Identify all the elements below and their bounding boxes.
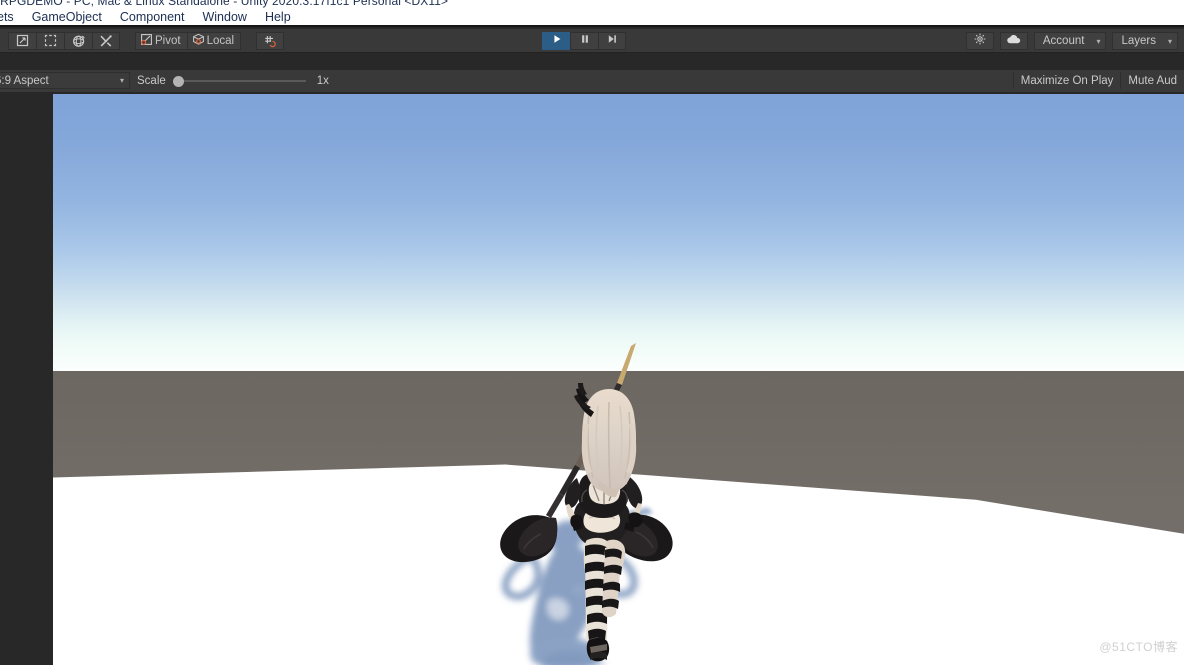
- handle-mode-group: Pivot Local: [135, 31, 242, 50]
- pause-icon: [579, 32, 591, 50]
- striped-boots-back: [602, 547, 622, 618]
- local-toggle-button[interactable]: Local: [186, 31, 242, 50]
- custom-editor-tool-button[interactable]: [92, 31, 120, 50]
- play-button[interactable]: [542, 32, 570, 50]
- chevron-down-icon: ▾: [1167, 36, 1172, 46]
- rotate-icon: [72, 34, 86, 48]
- scale-label: Scale: [137, 74, 166, 87]
- transform-tools-group: [8, 31, 120, 50]
- collab-button[interactable]: [965, 32, 994, 51]
- scale-slider-track: [178, 80, 306, 82]
- toolbar-right-group: Account ▾ Layers ▾: [965, 32, 1178, 51]
- main-toolbar: Pivot Local Account ▾ Layers ▾: [0, 29, 1184, 53]
- layers-dropdown[interactable]: Layers ▾: [1112, 32, 1178, 50]
- game-toolbar-right-group: Maximize On Play Mute Aud: [1012, 72, 1184, 89]
- maximize-on-play-toggle[interactable]: Maximize On Play: [1012, 72, 1121, 89]
- scene-content: [500, 343, 673, 665]
- collab-icon: [973, 32, 987, 51]
- window-title: ARPGDEMO - PC, Mac & Linux Standalone - …: [0, 0, 449, 8]
- game-view-panel[interactable]: @51CTO博客: [0, 92, 1184, 665]
- pivot-label: Pivot: [155, 34, 181, 47]
- game-viewport[interactable]: @51CTO博客: [53, 94, 1184, 665]
- scale-slider[interactable]: [172, 73, 306, 88]
- play-controls-group: [542, 32, 626, 50]
- rect-transform-tool-button[interactable]: [8, 31, 36, 50]
- grid-snap-icon: [263, 34, 277, 48]
- pause-button[interactable]: [570, 32, 598, 50]
- account-dropdown[interactable]: Account ▾: [1033, 32, 1107, 50]
- menu-gameobject[interactable]: GameObject: [23, 9, 111, 25]
- chevron-down-icon: ▾: [1096, 36, 1101, 46]
- wrench-screwdriver-icon: [99, 34, 113, 48]
- menu-assets[interactable]: ets: [0, 9, 23, 25]
- menu-window[interactable]: Window: [193, 9, 255, 25]
- grid-snap-group: [256, 31, 285, 50]
- window-title-bar: ARPGDEMO - PC, Mac & Linux Standalone - …: [0, 0, 1184, 9]
- menu-component[interactable]: Component: [111, 9, 194, 25]
- cloud-button[interactable]: [999, 32, 1028, 50]
- account-label: Account: [1042, 35, 1085, 47]
- mute-audio-toggle[interactable]: Mute Aud: [1120, 72, 1184, 89]
- rect-icon: [44, 34, 57, 47]
- cube-icon: [192, 33, 205, 49]
- play-icon: [551, 32, 563, 50]
- rotate-tool-button[interactable]: [64, 31, 92, 50]
- layers-label: Layers: [1121, 35, 1156, 47]
- game-view-toolbar: 6:9 Aspect ▾ Scale 1x Maximize On Play M…: [0, 70, 1184, 92]
- scale-value: 1x: [316, 74, 329, 87]
- pivot-icon: [140, 33, 153, 49]
- aspect-ratio-label: 6:9 Aspect: [0, 74, 49, 87]
- pivot-toggle-button[interactable]: Pivot: [135, 31, 187, 50]
- cloud-icon: [1006, 32, 1022, 50]
- local-label: Local: [206, 34, 235, 47]
- anime-female-character: [500, 343, 673, 662]
- step-icon: [606, 32, 618, 50]
- scale-control: Scale 1x: [137, 73, 329, 88]
- chevron-down-icon: ▾: [119, 76, 124, 85]
- rect-transform-icon: [16, 34, 29, 47]
- menu-bar: ets GameObject Component Window Help: [0, 9, 1184, 27]
- scale-slider-knob[interactable]: [172, 76, 184, 87]
- rect-tool-button[interactable]: [36, 31, 64, 50]
- step-button[interactable]: [598, 32, 626, 50]
- menu-help[interactable]: Help: [256, 9, 300, 25]
- aspect-ratio-dropdown[interactable]: 6:9 Aspect ▾: [0, 72, 130, 89]
- grid-snap-button[interactable]: [256, 31, 285, 50]
